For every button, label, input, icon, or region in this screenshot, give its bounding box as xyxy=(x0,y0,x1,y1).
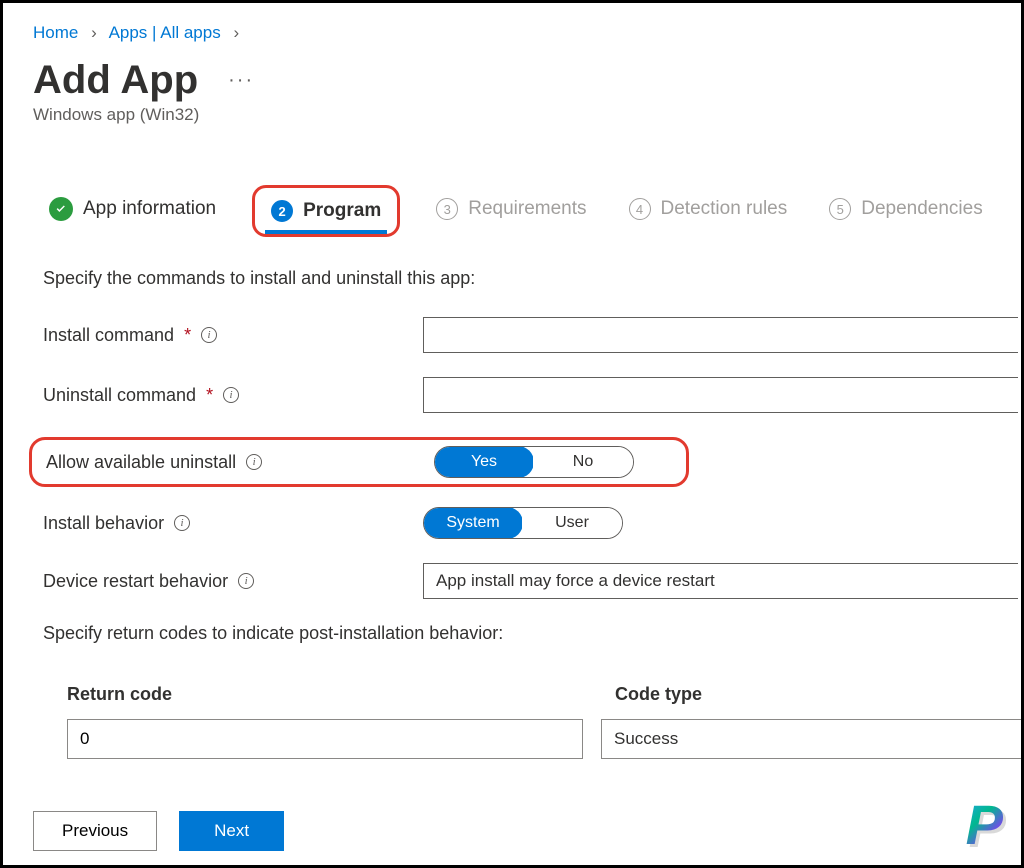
tab-requirements[interactable]: 3 Requirements xyxy=(430,190,592,232)
tab-label: Requirements xyxy=(468,198,586,220)
install-behavior-toggle[interactable]: System User xyxy=(423,507,623,539)
info-icon[interactable]: i xyxy=(223,387,239,403)
return-code-input[interactable] xyxy=(67,719,583,759)
more-icon[interactable]: ··· xyxy=(228,69,254,92)
return-codes-intro: Specify return codes to indicate post-in… xyxy=(43,623,1021,644)
next-button[interactable]: Next xyxy=(179,811,284,851)
previous-button[interactable]: Previous xyxy=(33,811,157,851)
breadcrumb-home[interactable]: Home xyxy=(33,23,78,42)
tab-dependencies[interactable]: 5 Dependencies xyxy=(823,190,988,232)
allow-uninstall-highlight: Allow available uninstall i Yes No xyxy=(29,437,689,487)
tab-app-information[interactable]: App information xyxy=(43,189,222,233)
restart-behavior-select[interactable]: App install may force a device restart xyxy=(423,563,1018,599)
info-icon[interactable]: i xyxy=(238,573,254,589)
code-type-select[interactable]: Success xyxy=(601,719,1021,759)
program-tab-highlight: 2 Program xyxy=(252,185,400,237)
info-icon[interactable]: i xyxy=(174,515,190,531)
wizard-buttons: Previous Next xyxy=(33,811,991,851)
tab-label: Dependencies xyxy=(861,198,982,220)
allow-uninstall-label: Allow available uninstall i xyxy=(38,452,434,473)
restart-behavior-label: Device restart behavior i xyxy=(43,571,423,592)
install-behavior-system[interactable]: System xyxy=(423,507,523,539)
allow-uninstall-no[interactable]: No xyxy=(533,447,633,477)
tab-label: Program xyxy=(303,200,381,222)
step-number-icon: 4 xyxy=(629,198,651,220)
step-number-icon: 2 xyxy=(271,200,293,222)
breadcrumb-apps[interactable]: Apps | All apps xyxy=(109,23,221,42)
info-icon[interactable]: i xyxy=(201,327,217,343)
return-code-header: Return code xyxy=(67,684,615,705)
chevron-right-icon: › xyxy=(233,23,239,42)
step-number-icon: 5 xyxy=(829,198,851,220)
page-subtitle: Windows app (Win32) xyxy=(3,103,1021,135)
check-circle-icon xyxy=(49,197,73,221)
code-type-header: Code type xyxy=(615,684,1021,705)
uninstall-command-input[interactable] xyxy=(423,377,1018,413)
page-title: Add App xyxy=(33,58,198,103)
allow-uninstall-toggle[interactable]: Yes No xyxy=(434,446,634,478)
tab-label: App information xyxy=(83,198,216,220)
uninstall-command-label: Uninstall command * i xyxy=(43,385,423,406)
chevron-right-icon: › xyxy=(91,23,97,42)
return-code-row: Success xyxy=(43,719,1021,759)
install-command-input[interactable] xyxy=(423,317,1018,353)
required-icon: * xyxy=(206,385,213,406)
info-icon[interactable]: i xyxy=(246,454,262,470)
program-intro: Specify the commands to install and unin… xyxy=(43,268,1021,289)
install-command-label: Install command * i xyxy=(43,325,423,346)
step-number-icon: 3 xyxy=(436,198,458,220)
tab-label: Detection rules xyxy=(661,198,788,220)
tab-program[interactable]: 2 Program xyxy=(265,192,387,234)
required-icon: * xyxy=(184,325,191,346)
allow-uninstall-yes[interactable]: Yes xyxy=(434,446,534,478)
breadcrumb: Home › Apps | All apps › xyxy=(3,3,1021,43)
wizard-tabs: App information 2 Program 3 Requirements… xyxy=(3,135,1021,238)
tab-detection-rules[interactable]: 4 Detection rules xyxy=(623,190,794,232)
install-behavior-label: Install behavior i xyxy=(43,513,423,534)
install-behavior-user[interactable]: User xyxy=(522,508,622,538)
